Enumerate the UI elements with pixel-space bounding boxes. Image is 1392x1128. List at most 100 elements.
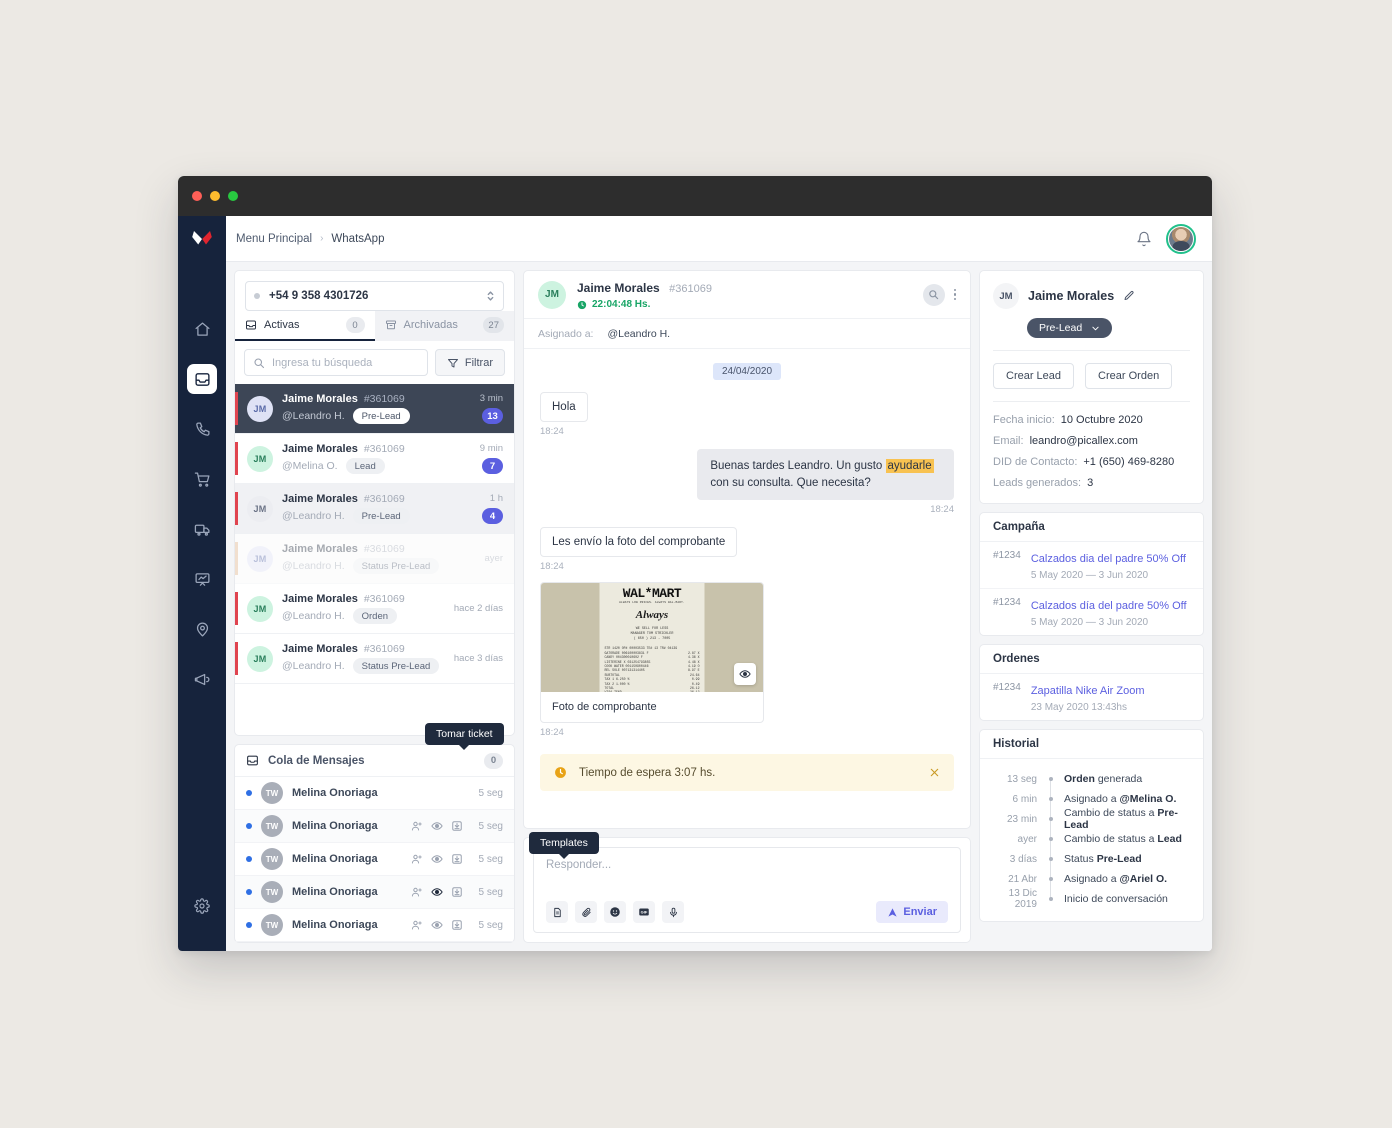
- window-maximize-button[interactable]: [228, 191, 238, 201]
- message-in-1: Hola 18:24: [540, 392, 954, 437]
- queue-avatar: TW: [261, 815, 283, 837]
- search-input[interactable]: Ingresa tu búsqueda: [244, 349, 428, 376]
- item-title[interactable]: Zapatilla Nike Air Zoom: [1031, 685, 1145, 697]
- timeline-axis: [1045, 869, 1056, 889]
- conversation-agent: @Leandro H.: [282, 610, 345, 622]
- window-minimize-button[interactable]: [210, 191, 220, 201]
- contact-field: Email: leandro@picallex.com: [993, 435, 1190, 447]
- tab-activas[interactable]: Activas 0: [235, 311, 375, 341]
- queue-row[interactable]: TW Melina Onoriaga 5 seg: [235, 876, 514, 909]
- attachment-view-button[interactable]: [734, 663, 756, 686]
- conversation-time: 1 h: [489, 493, 503, 504]
- conversation-time: hace 3 días: [453, 653, 503, 664]
- sidebar-item-orders[interactable]: [187, 464, 217, 494]
- order-items: #1234 Zapatilla Nike Air Zoom 23 May 2020 …: [980, 674, 1203, 720]
- conversation-row[interactable]: JM Jaime Morales #361069 @Melina O. Lead 9 mi…: [235, 434, 514, 484]
- kebab-menu-icon[interactable]: [953, 288, 956, 301]
- eye-icon[interactable]: [431, 919, 443, 931]
- app-logo[interactable]: [178, 216, 226, 262]
- breadcrumb-root[interactable]: Menu Principal: [236, 233, 312, 245]
- item-title[interactable]: Calzados día del padre 50% Off: [1031, 600, 1187, 612]
- voice-button[interactable]: [662, 901, 684, 923]
- assigned-value[interactable]: @Leandro H.: [607, 328, 670, 340]
- search-icon: [928, 289, 939, 300]
- chat-avatar: JM: [538, 280, 566, 309]
- conversation-row[interactable]: JM Jaime Morales #361069 @Leandro H. Pre-Lea…: [235, 484, 514, 534]
- sidebar-item-campaigns[interactable]: [187, 664, 217, 694]
- templates-button[interactable]: [546, 901, 568, 923]
- order-item[interactable]: #1234 Zapatilla Nike Air Zoom 23 May 2020 …: [980, 674, 1203, 720]
- conversation-list[interactable]: JM Jaime Morales #361069 @Leandro H. Pre-Lea…: [234, 384, 515, 736]
- add-person-icon[interactable]: [411, 919, 423, 931]
- eye-icon[interactable]: [431, 886, 443, 898]
- campaign-item[interactable]: #1234 Calzados dia del padre 50% Off 5 May…: [980, 542, 1203, 589]
- reply-input[interactable]: Responder...: [546, 859, 948, 871]
- status-badge[interactable]: Pre-Lead: [1027, 318, 1113, 338]
- chat-search-button[interactable]: [922, 283, 945, 306]
- bell-icon[interactable]: [1136, 231, 1152, 247]
- queue-title: Cola de Mensajes: [268, 754, 365, 767]
- send-button[interactable]: Enviar: [876, 901, 948, 923]
- gif-button[interactable]: GIF: [633, 901, 655, 923]
- breadcrumb-current: WhatsApp: [331, 232, 385, 245]
- add-person-icon[interactable]: [411, 886, 423, 898]
- composer-inner[interactable]: Responder... GIF Enviar: [533, 847, 961, 933]
- message-out-1: Buenas tardes Leandro. Un gusto ayudarle…: [540, 449, 954, 515]
- conversation-id: #361069: [363, 493, 405, 505]
- conversation-row[interactable]: JM Jaime Morales #361069 @Leandro H. Status …: [235, 634, 514, 684]
- filter-button[interactable]: Filtrar: [434, 349, 505, 376]
- take-ticket-icon[interactable]: [451, 886, 463, 898]
- sidebar-item-calls[interactable]: [187, 414, 217, 444]
- crear-lead-button[interactable]: Crear Lead: [993, 363, 1075, 389]
- add-person-icon[interactable]: [411, 820, 423, 832]
- take-ticket-icon[interactable]: [451, 820, 463, 832]
- date-chip: 24/04/2020: [712, 363, 782, 380]
- message-timestamp: 18:24: [540, 561, 564, 573]
- window-close-button[interactable]: [192, 191, 202, 201]
- attach-button[interactable]: [575, 901, 597, 923]
- phone-number-select[interactable]: +54 9 358 4301726: [245, 281, 504, 311]
- field-key: Email:: [993, 435, 1024, 447]
- field-value: leandro@picallex.com: [1029, 435, 1138, 447]
- conversation-id: #361069: [363, 393, 405, 405]
- sidebar-item-home[interactable]: [187, 314, 217, 344]
- close-icon[interactable]: [929, 767, 940, 778]
- eye-icon[interactable]: [431, 820, 443, 832]
- rail-nav-items: [187, 314, 217, 694]
- queue-contact-name: Melina Onoriaga: [292, 886, 378, 898]
- campaign-item[interactable]: #1234 Calzados día del padre 50% Off 5 May…: [980, 589, 1203, 635]
- message-text-before: Buenas tardes Leandro. Un gusto: [710, 460, 886, 472]
- timeline-dot-icon: [1048, 777, 1053, 781]
- eye-icon[interactable]: [431, 853, 443, 865]
- conversation-row[interactable]: JM Jaime Morales #361069 @Leandro H. Status …: [235, 534, 514, 584]
- conversation-row[interactable]: JM Jaime Morales #361069 @Leandro H. Pre-Lea…: [235, 384, 514, 434]
- take-ticket-icon[interactable]: [451, 919, 463, 931]
- sidebar-item-settings[interactable]: [187, 891, 217, 921]
- message-timestamp: 18:24: [540, 426, 564, 437]
- queue-row[interactable]: TW Melina Onoriaga 5 seg: [235, 810, 514, 843]
- sidebar-item-reports[interactable]: [187, 564, 217, 594]
- queue-row[interactable]: TW Melina Onoriaga 5 seg: [235, 909, 514, 942]
- pencil-icon[interactable]: [1123, 290, 1135, 302]
- sidebar-item-shipping[interactable]: [187, 514, 217, 544]
- queue-time: 5 seg: [478, 820, 503, 832]
- gif-icon: GIF: [638, 906, 650, 918]
- take-ticket-icon[interactable]: [451, 853, 463, 865]
- queue-row[interactable]: TW Melina Onoriaga 5 seg: [235, 843, 514, 876]
- chat-header: JM Jaime Morales #361069 22:04:48 Hs.: [524, 271, 970, 319]
- conversation-avatar: JM: [247, 595, 273, 622]
- field-value: 10 Octubre 2020: [1060, 414, 1143, 426]
- conversation-row[interactable]: JM Jaime Morales #361069 @Leandro H. Orden ha…: [235, 584, 514, 634]
- emoji-button[interactable]: [604, 901, 626, 923]
- tab-archivadas[interactable]: Archivadas 27: [374, 311, 514, 341]
- attachment-card[interactable]: WAL*MART ALWAYS LOW PRICES. ALWAYS WAL-MA…: [540, 582, 764, 724]
- top-bar-actions: [1136, 223, 1196, 254]
- sidebar-item-locations[interactable]: [187, 614, 217, 644]
- queue-row[interactable]: TW Melina Onoriaga 5 seg: [235, 777, 514, 810]
- top-bar: Menu Principal › WhatsApp: [226, 216, 1212, 262]
- avatar[interactable]: [1166, 223, 1196, 254]
- sidebar-item-inbox[interactable]: [187, 364, 217, 394]
- add-person-icon[interactable]: [411, 853, 423, 865]
- item-title[interactable]: Calzados dia del padre 50% Off: [1031, 553, 1186, 565]
- crear-orden-button[interactable]: Crear Orden: [1085, 363, 1173, 389]
